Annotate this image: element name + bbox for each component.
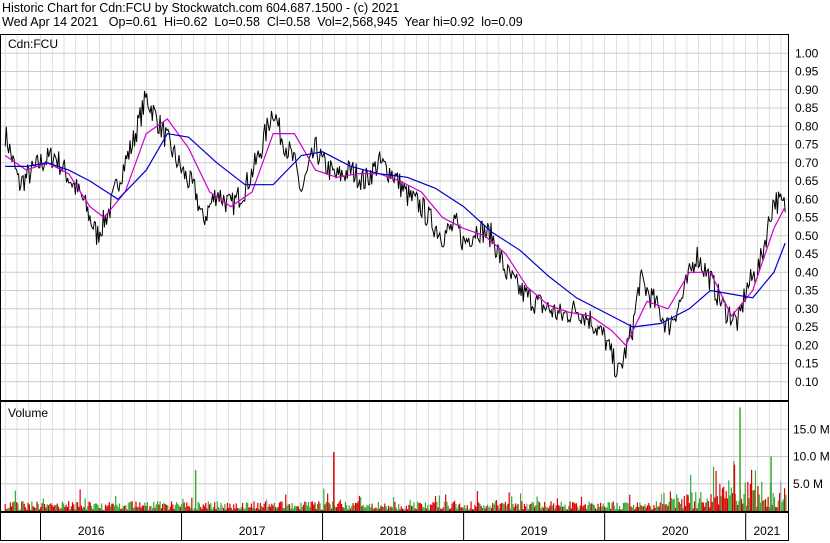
- price-tick-label: 0.90: [795, 83, 819, 97]
- price-tick-label: 0.80: [795, 119, 819, 133]
- volume-tick-label: 10.0 M: [793, 450, 830, 464]
- price-tick-label: 0.95: [795, 65, 819, 79]
- price-tick-label: 0.10: [795, 375, 819, 389]
- price-tick-label: 0.65: [795, 174, 819, 188]
- price-axis: 1.00 0.95 0.90 0.85 0.80 0.75 0.70 0.65 0.60 0.55…: [795, 46, 819, 389]
- price-grid: [1, 35, 788, 400]
- year-tick-label: 2017: [239, 524, 266, 538]
- price-tick-label: 0.55: [795, 211, 819, 225]
- year-tick-label: 2020: [662, 524, 689, 538]
- volume-panel-label: Volume: [8, 406, 48, 420]
- price-tick-label: 1.00: [795, 46, 819, 60]
- price-tick-label: 0.45: [795, 247, 819, 261]
- price-tick-label: 0.50: [795, 229, 819, 243]
- price-tick-label: 0.20: [795, 338, 819, 352]
- price-tick-label: 0.25: [795, 320, 819, 334]
- volume-tick-label: 5.0 M: [793, 477, 823, 491]
- price-panel-label: Cdn:FCU: [8, 37, 58, 51]
- volume-axis: 15.0 M 10.0 M 5.0 M: [793, 422, 830, 491]
- year-tick-label: 2016: [78, 524, 105, 538]
- price-tick-label: 0.60: [795, 192, 819, 206]
- price-tick-label: 0.30: [795, 302, 819, 316]
- year-tick-label: 2021: [753, 524, 780, 538]
- price-tick-label: 0.85: [795, 101, 819, 115]
- price-tick-label: 0.40: [795, 265, 819, 279]
- price-tick-label: 0.35: [795, 284, 819, 298]
- stock-chart: 1.00 0.95 0.90 0.85 0.80 0.75 0.70 0.65 0.60 0.55…: [0, 34, 830, 541]
- price-tick-label: 0.15: [795, 357, 819, 371]
- year-tick-label: 2019: [521, 524, 548, 538]
- price-tick-label: 0.70: [795, 156, 819, 170]
- year-tick-label: 2018: [380, 524, 407, 538]
- price-tick-label: 0.75: [795, 138, 819, 152]
- volume-tick-label: 15.0 M: [793, 422, 830, 436]
